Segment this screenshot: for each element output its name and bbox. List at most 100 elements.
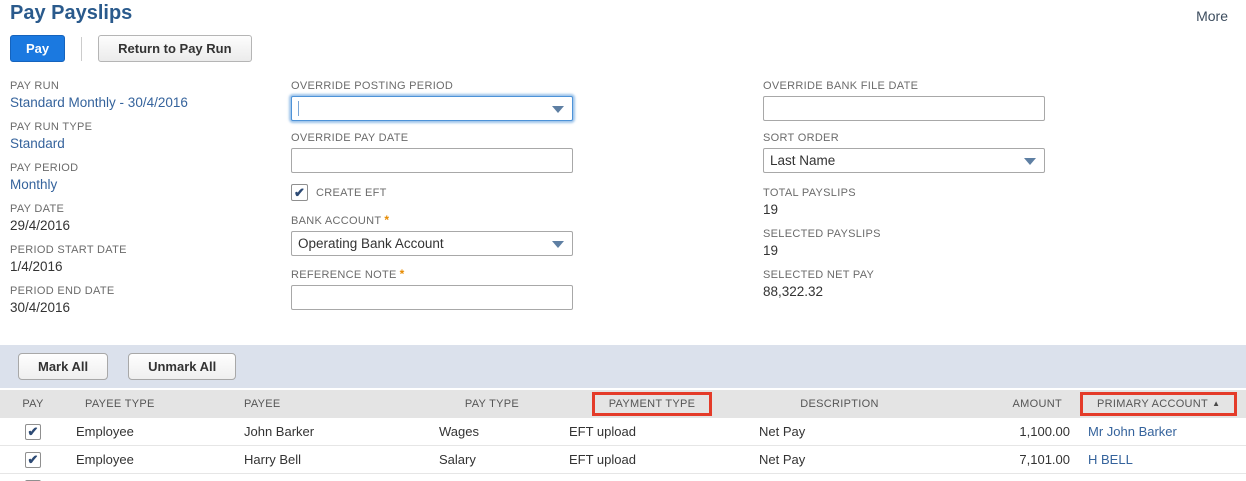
- total-payslips-value: 19: [763, 202, 779, 217]
- primary-account-link[interactable]: Mr John Barker: [1088, 424, 1177, 439]
- detail-label: PAY DATE: [10, 203, 65, 215]
- selected-net-pay-label: SELECTED NET PAY: [763, 269, 875, 281]
- cell-primary-account: H BELL: [1076, 445, 1246, 474]
- create-eft-group: ✔ CREATE EFT: [291, 184, 573, 201]
- primary-account-link[interactable]: H BELL: [1088, 452, 1133, 467]
- payslip-table-body: ✔ Employee John Barker Wages EFT upload Net P…: [0, 418, 1246, 481]
- more-link[interactable]: More: [1196, 8, 1228, 24]
- cell-pay-type: Salary: [427, 445, 557, 474]
- override-pay-date-group: OVERRIDE PAY DATE: [291, 132, 573, 173]
- selected-payslips-label: SELECTED PAYSLIPS: [763, 228, 881, 240]
- detail-period-end-date: PERIOD END DATE 30/4/2016: [10, 285, 280, 316]
- override-bank-file-date-label: OVERRIDE BANK FILE DATE: [763, 80, 919, 92]
- cell-pay: ✔: [0, 445, 66, 474]
- col-amount[interactable]: AMOUNT: [932, 390, 1076, 418]
- cell-description: Net Pay: [747, 445, 932, 474]
- reference-note-group: REFERENCE NOTE *: [291, 267, 573, 310]
- detail-label: PAY RUN: [10, 80, 60, 92]
- detail-label: PAY PERIOD: [10, 162, 79, 174]
- cell-amount: 0.00: [932, 473, 1076, 481]
- cell-amount: 1,100.00: [932, 418, 1076, 446]
- bank-account-value: Operating Bank Account: [298, 236, 444, 251]
- text-cursor: [298, 101, 299, 116]
- bank-account-group: BANK ACCOUNT * Operating Bank Account: [291, 213, 573, 256]
- detail-pay-run-type: PAY RUN TYPE Standard: [10, 121, 280, 152]
- override-bank-file-date-input[interactable]: [763, 96, 1045, 121]
- col-pay-type[interactable]: PAY TYPE: [427, 390, 557, 418]
- override-pay-date-label: OVERRIDE PAY DATE: [291, 132, 409, 144]
- detail-value[interactable]: Standard: [10, 136, 280, 152]
- toolbar: Pay Return to Pay Run: [10, 35, 252, 62]
- total-payslips-label: TOTAL PAYSLIPS: [763, 187, 856, 199]
- total-payslips: TOTAL PAYSLIPS 19: [763, 187, 1045, 218]
- reference-note-label: REFERENCE NOTE *: [291, 267, 405, 281]
- cell-pay: ✔: [0, 418, 66, 446]
- cell-payee: Harry Bell: [231, 445, 427, 474]
- override-posting-period-dropdown[interactable]: [291, 96, 573, 121]
- detail-label: PERIOD START DATE: [10, 244, 127, 256]
- create-eft-label: CREATE EFT: [316, 186, 387, 199]
- col-payee[interactable]: PAYEE: [231, 390, 427, 418]
- detail-value: 1/4/2016: [10, 259, 63, 274]
- mark-all-button[interactable]: Mark All: [18, 353, 109, 380]
- check-icon: ✔: [27, 452, 39, 467]
- sort-order-group: SORT ORDER Last Name: [763, 132, 1045, 173]
- detail-value[interactable]: Monthly: [10, 177, 280, 193]
- toolbar-divider: [81, 36, 83, 61]
- reference-note-input[interactable]: [291, 285, 573, 310]
- required-icon: *: [399, 267, 405, 281]
- return-to-pay-run-button[interactable]: Return to Pay Run: [98, 35, 252, 62]
- col-description[interactable]: DESCRIPTION: [747, 390, 932, 418]
- form-middle-column: OVERRIDE POSTING PERIOD OVERRIDE PAY DAT…: [291, 80, 573, 321]
- required-icon: *: [384, 213, 390, 227]
- detail-value: 29/4/2016: [10, 218, 71, 233]
- chevron-down-icon: [552, 106, 564, 113]
- col-payee-type[interactable]: PAYEE TYPE: [66, 390, 231, 418]
- chevron-down-icon: [1024, 158, 1036, 165]
- bank-account-dropdown[interactable]: Operating Bank Account: [291, 231, 573, 256]
- cell-payment-type: EFT upload: [557, 418, 747, 446]
- cell-pay-type: Salary: [427, 473, 557, 481]
- pay-run-details: PAY RUN Standard Monthly - 30/4/2016 PAY…: [10, 80, 280, 326]
- selected-payslips: SELECTED PAYSLIPS 19: [763, 228, 1045, 259]
- payment-type-highlight-box: PAYMENT TYPE: [591, 392, 713, 416]
- col-payment-type[interactable]: PAYMENT TYPE: [557, 390, 747, 418]
- cell-payee-type: Employee: [66, 473, 231, 481]
- detail-value: 30/4/2016: [10, 300, 71, 315]
- sort-order-dropdown[interactable]: Last Name: [763, 148, 1045, 173]
- check-icon: ✔: [294, 185, 305, 200]
- col-pay[interactable]: PAY: [0, 390, 66, 418]
- table-row: ✔EmployeeNicholas B…SalaryEFT uploadNet …: [0, 473, 1246, 481]
- cell-payee-type: Employee: [66, 445, 231, 474]
- check-icon: ✔: [27, 424, 39, 439]
- override-pay-date-input[interactable]: [291, 148, 573, 173]
- table-header-row: PAY PAYEE TYPE PAYEE PAY TYPE PAYMENT TY…: [0, 390, 1246, 418]
- table-row: ✔ Employee Harry Bell Salary EFT upload Net P…: [0, 445, 1246, 474]
- primary-account-highlight-box: PRIMARY ACCOUNT ▲: [1080, 392, 1238, 416]
- detail-pay-run: PAY RUN Standard Monthly - 30/4/2016: [10, 80, 280, 111]
- selected-net-pay-value: 88,322.32: [763, 284, 824, 299]
- cell-payment-type: EFT upload: [557, 445, 747, 474]
- col-primary-account[interactable]: PRIMARY ACCOUNT ▲: [1076, 390, 1246, 418]
- selected-payslips-value: 19: [763, 243, 779, 258]
- payslip-table: PAY PAYEE TYPE PAYEE PAY TYPE PAYMENT TY…: [0, 390, 1246, 481]
- detail-label: PERIOD END DATE: [10, 285, 115, 297]
- cell-pay-type: Wages: [427, 418, 557, 446]
- bank-account-label: BANK ACCOUNT *: [291, 213, 390, 227]
- row-pay-checkbox[interactable]: ✔: [25, 423, 41, 440]
- sort-order-label: SORT ORDER: [763, 132, 839, 144]
- row-pay-checkbox[interactable]: ✔: [25, 451, 41, 468]
- unmark-all-button[interactable]: Unmark All: [128, 353, 237, 380]
- cell-amount: 7,101.00: [932, 445, 1076, 474]
- cell-payee: Nicholas B…: [231, 473, 427, 481]
- table-row: ✔ Employee John Barker Wages EFT upload Net P…: [0, 418, 1246, 446]
- page-title: Pay Payslips: [10, 2, 133, 24]
- detail-label: PAY RUN TYPE: [10, 121, 93, 133]
- chevron-down-icon: [552, 241, 564, 248]
- override-posting-period-label: OVERRIDE POSTING PERIOD: [291, 80, 454, 92]
- cell-pay: ✔: [0, 473, 66, 481]
- cell-description: Net Pay: [747, 418, 932, 446]
- detail-value[interactable]: Standard Monthly - 30/4/2016: [10, 95, 280, 111]
- create-eft-checkbox[interactable]: ✔: [291, 184, 308, 201]
- pay-button[interactable]: Pay: [10, 35, 66, 62]
